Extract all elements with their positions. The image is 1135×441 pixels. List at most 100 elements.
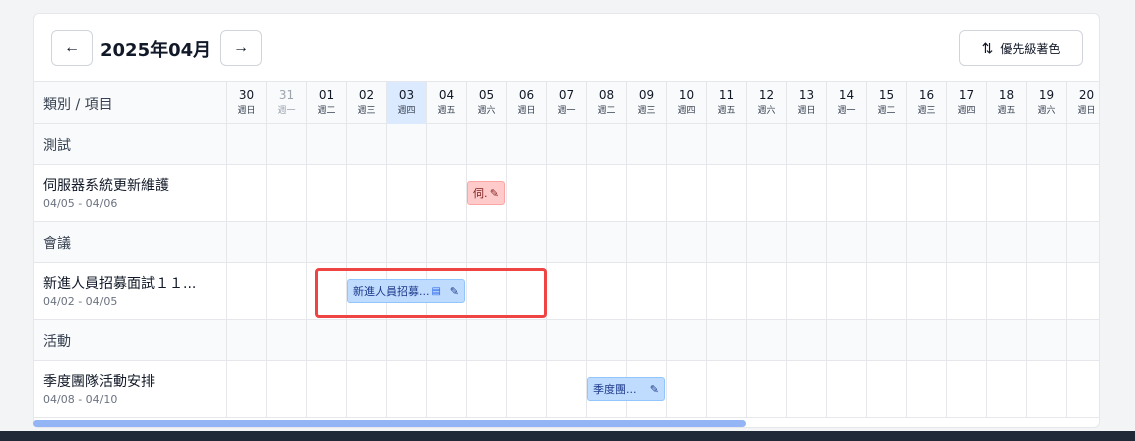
day-cell[interactable] (746, 165, 786, 221)
day-cell[interactable] (746, 263, 786, 319)
day-cell[interactable] (506, 222, 546, 262)
task-bar[interactable]: 季度團... ✎ (587, 377, 665, 401)
day-cell[interactable] (706, 124, 746, 164)
day-cell[interactable] (1026, 222, 1066, 262)
day-cell[interactable] (546, 320, 586, 360)
day-cell[interactable] (466, 124, 506, 164)
day-cell[interactable] (306, 165, 346, 221)
horizontal-scrollbar[interactable] (33, 420, 746, 427)
day-cell[interactable] (1066, 222, 1099, 262)
day-cell[interactable] (386, 124, 426, 164)
day-cell[interactable] (506, 165, 546, 221)
day-cell[interactable] (506, 361, 546, 417)
day-cell[interactable] (986, 263, 1026, 319)
day-cell[interactable] (666, 263, 706, 319)
day-cell[interactable] (226, 222, 266, 262)
day-cell[interactable] (1066, 361, 1099, 417)
day-cell[interactable] (226, 263, 266, 319)
day-cell[interactable] (786, 320, 826, 360)
task-title[interactable]: 新進人員招募面試１１... (43, 273, 223, 293)
day-cell[interactable] (946, 124, 986, 164)
day-cell[interactable] (826, 263, 866, 319)
day-cell[interactable] (1026, 263, 1066, 319)
day-cell[interactable] (1026, 165, 1066, 221)
day-cell[interactable] (706, 222, 746, 262)
day-cell[interactable] (666, 222, 706, 262)
day-cell[interactable] (746, 222, 786, 262)
day-cell[interactable] (626, 222, 666, 262)
day-cell[interactable] (426, 165, 466, 221)
day-cell[interactable] (586, 124, 626, 164)
task-title[interactable]: 季度團隊活動安排 (43, 371, 223, 391)
day-cell[interactable] (586, 222, 626, 262)
day-cell[interactable] (426, 124, 466, 164)
day-cell[interactable] (1066, 320, 1099, 360)
day-cell[interactable] (866, 361, 906, 417)
day-cell[interactable] (706, 320, 746, 360)
day-cell[interactable] (946, 222, 986, 262)
day-cell[interactable] (266, 320, 306, 360)
day-cell[interactable] (546, 124, 586, 164)
day-cell[interactable] (346, 124, 386, 164)
day-cell[interactable] (906, 320, 946, 360)
day-cell[interactable] (626, 124, 666, 164)
day-cell[interactable] (1066, 165, 1099, 221)
day-cell[interactable] (586, 320, 626, 360)
task-row[interactable]: 季度團隊活動安排 04/08 - 04/10 季度團... ✎ (34, 361, 1099, 418)
day-cell[interactable] (466, 320, 506, 360)
day-cell[interactable] (986, 320, 1026, 360)
day-cell[interactable] (386, 361, 426, 417)
day-cell[interactable] (986, 361, 1026, 417)
day-cell[interactable] (386, 320, 426, 360)
day-cell[interactable] (306, 320, 346, 360)
day-cell[interactable] (546, 361, 586, 417)
day-cell[interactable] (786, 361, 826, 417)
day-cell[interactable] (626, 263, 666, 319)
task-title[interactable]: 伺服器系統更新維護 (43, 175, 223, 195)
day-cell[interactable] (826, 165, 866, 221)
day-cell[interactable] (266, 263, 306, 319)
day-cell[interactable] (426, 320, 466, 360)
day-cell[interactable] (866, 165, 906, 221)
day-cell[interactable] (226, 124, 266, 164)
day-cell[interactable] (226, 320, 266, 360)
day-cell[interactable] (546, 165, 586, 221)
day-cell[interactable] (626, 320, 666, 360)
day-cell[interactable] (266, 222, 306, 262)
day-cell[interactable] (906, 222, 946, 262)
day-cell[interactable] (706, 165, 746, 221)
day-cell[interactable] (906, 263, 946, 319)
day-cell[interactable] (506, 320, 546, 360)
day-cell[interactable] (746, 361, 786, 417)
day-cell[interactable] (826, 320, 866, 360)
day-cell[interactable] (266, 165, 306, 221)
day-cell[interactable] (706, 361, 746, 417)
day-cell[interactable] (546, 222, 586, 262)
day-cell[interactable] (706, 263, 746, 319)
day-cell[interactable] (306, 124, 346, 164)
edit-icon[interactable]: ✎ (650, 383, 659, 396)
day-cell[interactable] (946, 320, 986, 360)
day-cell[interactable] (226, 165, 266, 221)
day-cell[interactable] (586, 165, 626, 221)
day-cell[interactable] (666, 165, 706, 221)
day-cell[interactable] (466, 361, 506, 417)
day-cell[interactable] (786, 263, 826, 319)
edit-icon[interactable]: ✎ (490, 187, 499, 200)
day-cell[interactable] (426, 361, 466, 417)
day-cell[interactable] (826, 124, 866, 164)
day-cell[interactable] (1026, 124, 1066, 164)
day-cell[interactable] (986, 222, 1026, 262)
day-cell[interactable] (946, 165, 986, 221)
day-cell[interactable] (346, 320, 386, 360)
day-cell[interactable] (386, 222, 426, 262)
day-cell[interactable] (786, 165, 826, 221)
day-cell[interactable] (826, 361, 866, 417)
priority-color-button[interactable]: ⇅ 優先級著色 (959, 30, 1083, 66)
day-cell[interactable] (1066, 124, 1099, 164)
day-cell[interactable] (546, 263, 586, 319)
day-cell[interactable] (786, 222, 826, 262)
day-cell[interactable] (266, 361, 306, 417)
day-cell[interactable] (866, 320, 906, 360)
day-cell[interactable] (786, 124, 826, 164)
